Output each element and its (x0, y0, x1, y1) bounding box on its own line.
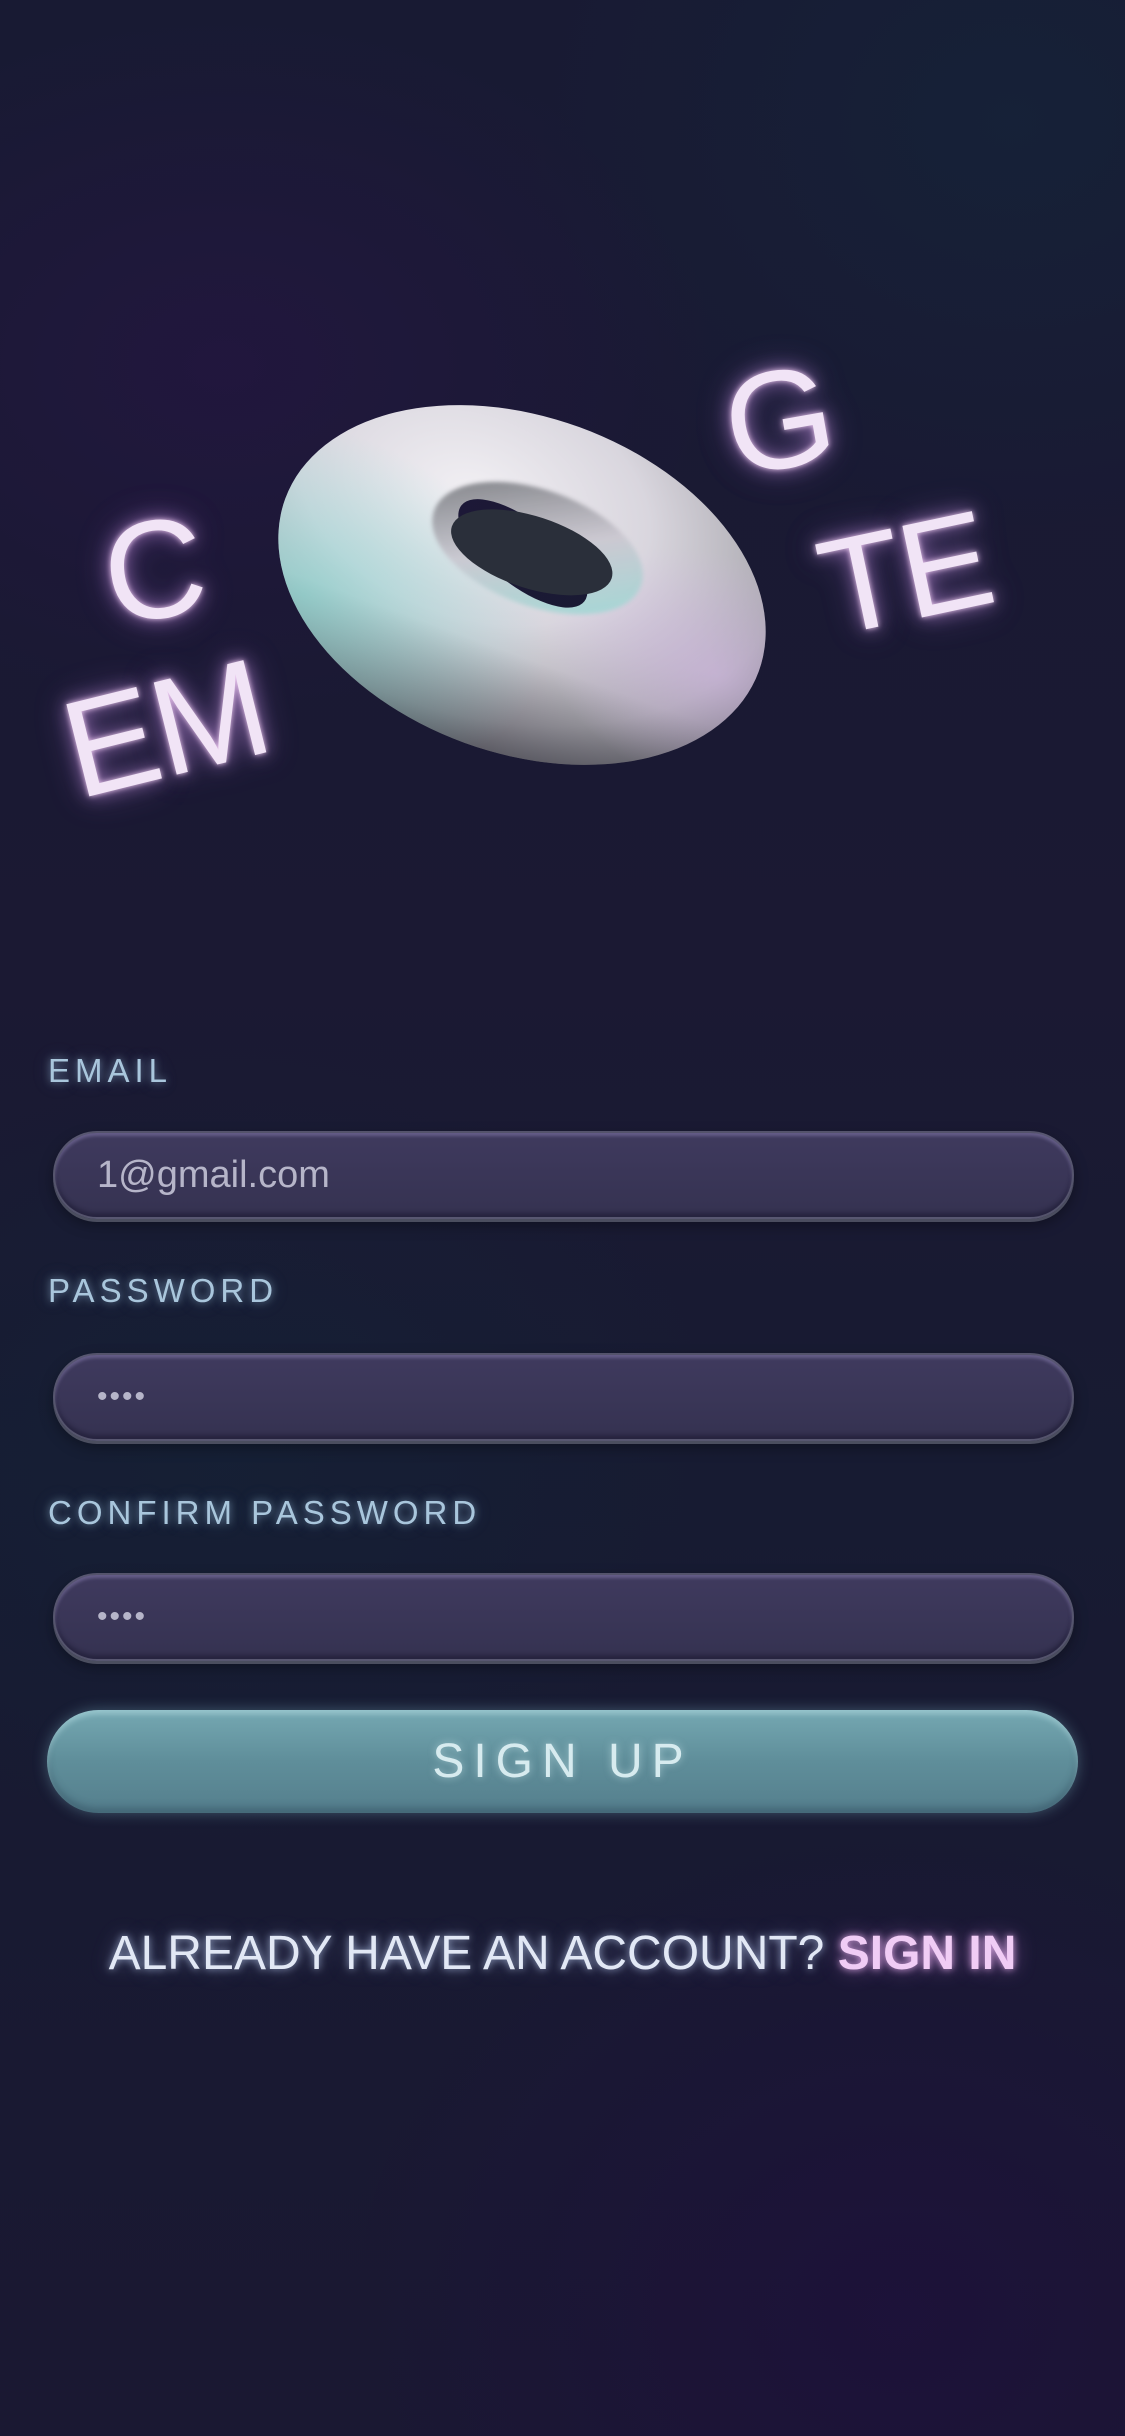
logo-letters-em: EM (48, 629, 283, 829)
sign-in-prompt-text: ALREADY HAVE AN ACCOUNT? (108, 1927, 825, 1980)
password-field[interactable] (53, 1353, 1074, 1441)
confirm-password-field[interactable] (53, 1573, 1074, 1661)
app-logo: C EM G TE (0, 0, 1125, 900)
torus-3d-icon (278, 405, 766, 765)
sign-in-link[interactable]: SIGN IN (838, 1927, 1017, 1980)
confirm-password-label: CONFIRM PASSWORD (48, 1494, 482, 1531)
password-label: PASSWORD (48, 1272, 279, 1309)
email-field[interactable] (53, 1131, 1074, 1219)
logo-letter-c: C (93, 484, 216, 655)
password-input[interactable] (97, 1355, 1037, 1439)
email-input[interactable] (97, 1133, 1037, 1217)
sign-in-prompt-row: ALREADY HAVE AN ACCOUNT? SIGN IN (0, 1926, 1125, 1981)
sign-up-button[interactable]: SIGN UP (47, 1710, 1078, 1813)
email-label: EMAIL (48, 1052, 173, 1089)
logo-letters-te: TE (806, 481, 1004, 665)
confirm-password-input[interactable] (97, 1575, 1037, 1659)
